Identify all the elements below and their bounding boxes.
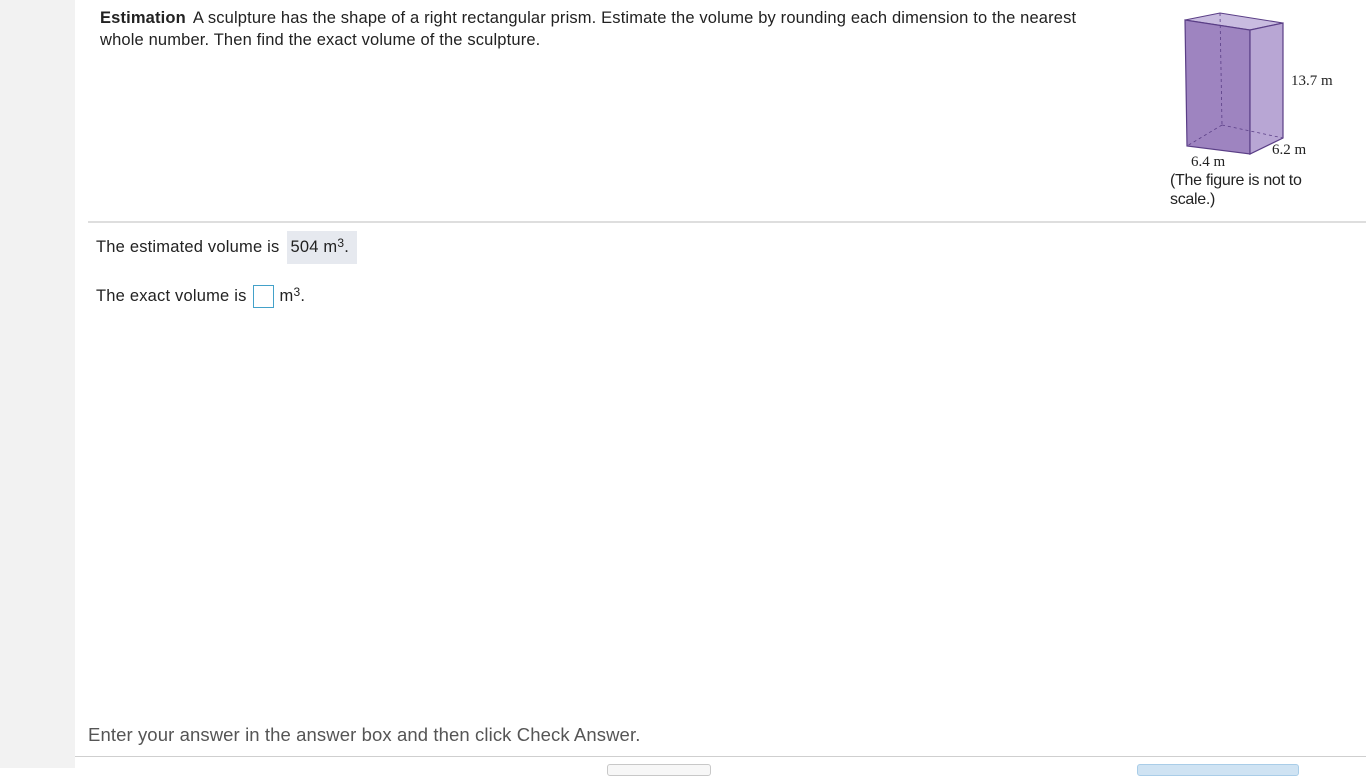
figure-caption: (The figure is not to scale.) xyxy=(1170,172,1302,208)
exact-exponent: 3 xyxy=(293,284,301,299)
estimated-volume-line: The estimated volume is 504 m3. xyxy=(96,231,357,264)
exact-volume-input[interactable] xyxy=(252,285,274,308)
exact-volume-line: The exact volume is m3. xyxy=(96,280,305,313)
estimated-answer: 504 m3. xyxy=(287,231,357,264)
prism-front-face xyxy=(1184,19,1251,155)
estimated-exponent: 3 xyxy=(337,235,345,250)
exact-unit: m xyxy=(279,287,294,305)
width-label: 6.4 m xyxy=(1191,154,1226,170)
question-text: Estimation A sculpture has the shape of a… xyxy=(100,7,1120,51)
check-answer-button[interactable] xyxy=(1137,764,1299,776)
question-lead: Estimation xyxy=(100,9,186,27)
question-panel: Estimation A sculpture has the shape of a… xyxy=(75,0,1366,769)
instructions-text: Enter your answer in the answer box and … xyxy=(88,724,641,745)
estimated-unit: m xyxy=(323,238,338,256)
left-gutter xyxy=(0,0,75,768)
prism-figure: 13.7 m 6.2 m 6.4 m (The figure is not to… xyxy=(1165,8,1365,213)
prism-drawing xyxy=(1184,12,1284,155)
divider xyxy=(88,221,1366,223)
question-body: A sculpture has the shape of a right rec… xyxy=(100,9,1077,49)
exact-suffix: . xyxy=(300,287,306,305)
prism-side-face xyxy=(1249,22,1284,155)
estimated-value: 504 xyxy=(290,238,319,256)
depth-label: 6.2 m xyxy=(1272,142,1307,158)
toolbar-button[interactable] xyxy=(607,764,711,776)
estimated-prefix: The estimated volume is xyxy=(96,238,280,256)
estimated-suffix: . xyxy=(344,238,349,256)
exact-prefix: The exact volume is xyxy=(96,287,247,305)
height-label: 13.7 m xyxy=(1291,73,1333,89)
